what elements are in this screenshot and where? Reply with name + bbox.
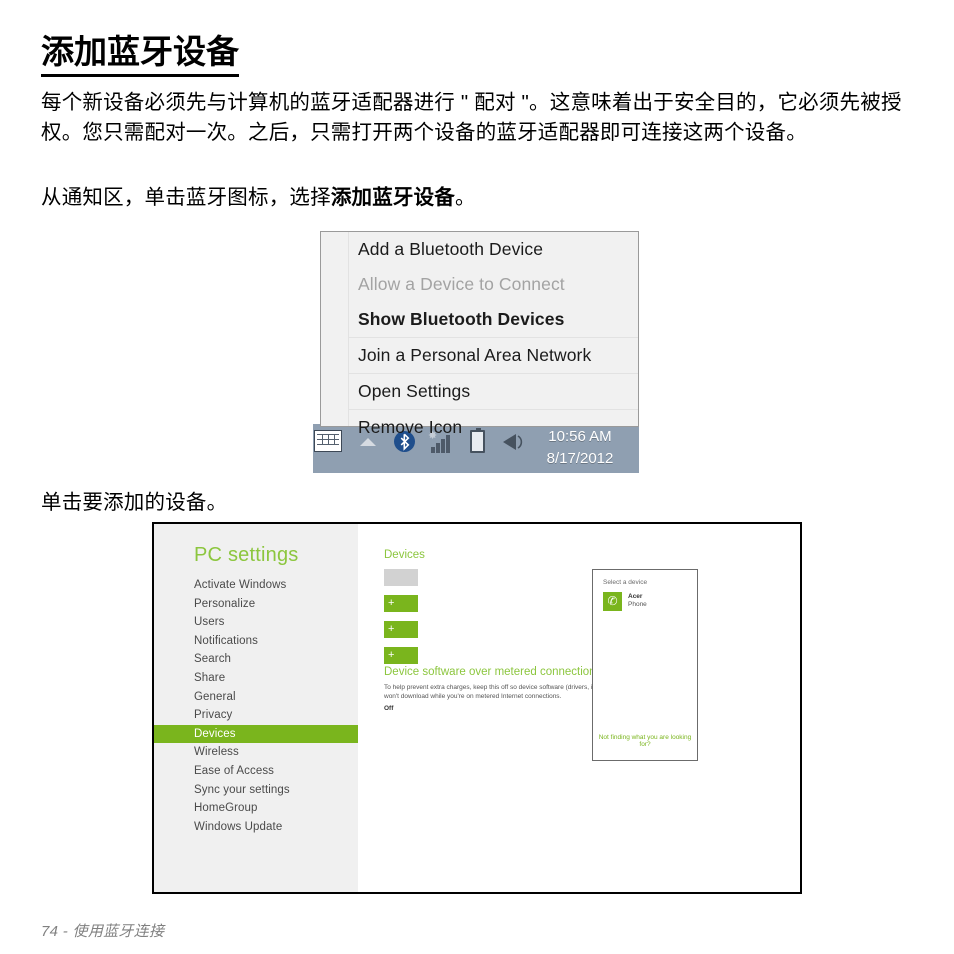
add-a-device-tile-1[interactable]: + xyxy=(384,595,418,612)
step-two-text: 单击要添加的设备。 xyxy=(41,491,228,514)
pc-settings-main: Devices + + + Device software over meter… xyxy=(358,524,800,892)
sidebar-item-sync-your-settings[interactable]: Sync your settings xyxy=(154,781,358,800)
menu-item-allow-a-device-to-connect: Allow a Device to Connect xyxy=(358,274,565,294)
sidebar-item-homegroup[interactable]: HomeGroup xyxy=(154,799,358,818)
menu-icon-gutter xyxy=(321,232,349,426)
document-page: 添加蓝牙设备 每个新设备必须先与计算机的蓝牙适配器进行 " 配对 "。这意味着出… xyxy=(0,0,954,954)
intro-paragraph: 每个新设备必须先与计算机的蓝牙适配器进行 " 配对 "。这意味着出于安全目的，它… xyxy=(41,91,902,144)
sidebar-item-search[interactable]: Search xyxy=(154,650,358,669)
device-tile-placeholder xyxy=(384,569,418,586)
pc-settings-sidebar: PC settings Activate Windows Personalize… xyxy=(154,524,358,892)
dialog-title: Select a device xyxy=(603,579,648,586)
sidebar-item-ease-of-access[interactable]: Ease of Access xyxy=(154,762,358,781)
keyboard-icon[interactable] xyxy=(314,430,342,452)
step-one-prefix: 从通知区，单击蓝牙图标，选择 xyxy=(41,186,331,209)
device-list-item-acer-phone[interactable]: ✆ Acer Phone xyxy=(603,592,691,614)
menu-item-add-a-bluetooth-device[interactable]: Add a Bluetooth Device xyxy=(349,232,638,267)
plus-icon: + xyxy=(388,623,395,635)
menu-item-join-a-personal-area-network[interactable]: Join a Personal Area Network xyxy=(349,337,638,373)
step-one-suffix: 。 xyxy=(455,186,476,209)
phone-icon: ✆ xyxy=(603,592,622,611)
sidebar-item-devices[interactable]: Devices xyxy=(154,724,358,744)
menu-items: Add a Bluetooth Device Allow a Device to… xyxy=(349,232,638,437)
select-a-device-dialog[interactable]: Select a device ✆ Acer Phone Not finding… xyxy=(592,569,698,761)
figure-pc-settings: PC settings Activate Windows Personalize… xyxy=(152,522,802,894)
sidebar-item-notifications[interactable]: Notifications xyxy=(154,632,358,651)
sidebar-item-share[interactable]: Share xyxy=(154,669,358,688)
step-one-text: 从通知区，单击蓝牙图标，选择添加蓝牙设备。 xyxy=(41,183,476,213)
menu-item-show-bluetooth-devices[interactable]: Show Bluetooth Devices xyxy=(349,302,638,337)
pc-settings-title: PC settings xyxy=(194,544,299,566)
sidebar-item-general[interactable]: General xyxy=(154,688,358,707)
device-tile-stack: + + + xyxy=(384,569,418,673)
plus-icon: + xyxy=(388,597,395,609)
figure-bluetooth-tray-menu: ✸ 10:56 AM 8/17/2012 Add a Bluetooth Dev… xyxy=(313,231,639,473)
bluetooth-context-menu[interactable]: Add a Bluetooth Device Allow a Device to… xyxy=(320,231,639,437)
pc-settings-nav: Activate Windows Personalize Users Notif… xyxy=(154,576,358,836)
step-one-emphasis: 添加蓝牙设备 xyxy=(330,186,456,209)
sidebar-item-activate-windows[interactable]: Activate Windows xyxy=(154,576,358,595)
add-a-device-tile-3[interactable]: + xyxy=(384,647,418,664)
device-kind: Phone xyxy=(628,601,647,608)
menu-item-open-settings[interactable]: Open Settings xyxy=(349,373,638,409)
menu-item-remove-icon[interactable]: Remove Icon xyxy=(349,409,638,445)
device-name: Acer xyxy=(628,593,643,600)
sidebar-item-windows-update[interactable]: Windows Update xyxy=(154,818,358,837)
sidebar-item-personalize[interactable]: Personalize xyxy=(154,595,358,614)
clock-date: 8/17/2012 xyxy=(546,450,614,467)
sidebar-item-wireless[interactable]: Wireless xyxy=(154,743,358,762)
sidebar-item-privacy[interactable]: Privacy xyxy=(154,706,358,725)
sidebar-item-users[interactable]: Users xyxy=(154,613,358,632)
page-title: 添加蓝牙设备 xyxy=(41,32,239,77)
add-a-device-tile-2[interactable]: + xyxy=(384,621,418,638)
page-footer: 74 - 使用蓝牙连接 xyxy=(41,923,165,940)
plus-icon: + xyxy=(388,649,395,661)
not-finding-link[interactable]: Not finding what you are looking for? xyxy=(593,734,697,748)
devices-heading: Devices xyxy=(384,549,425,561)
